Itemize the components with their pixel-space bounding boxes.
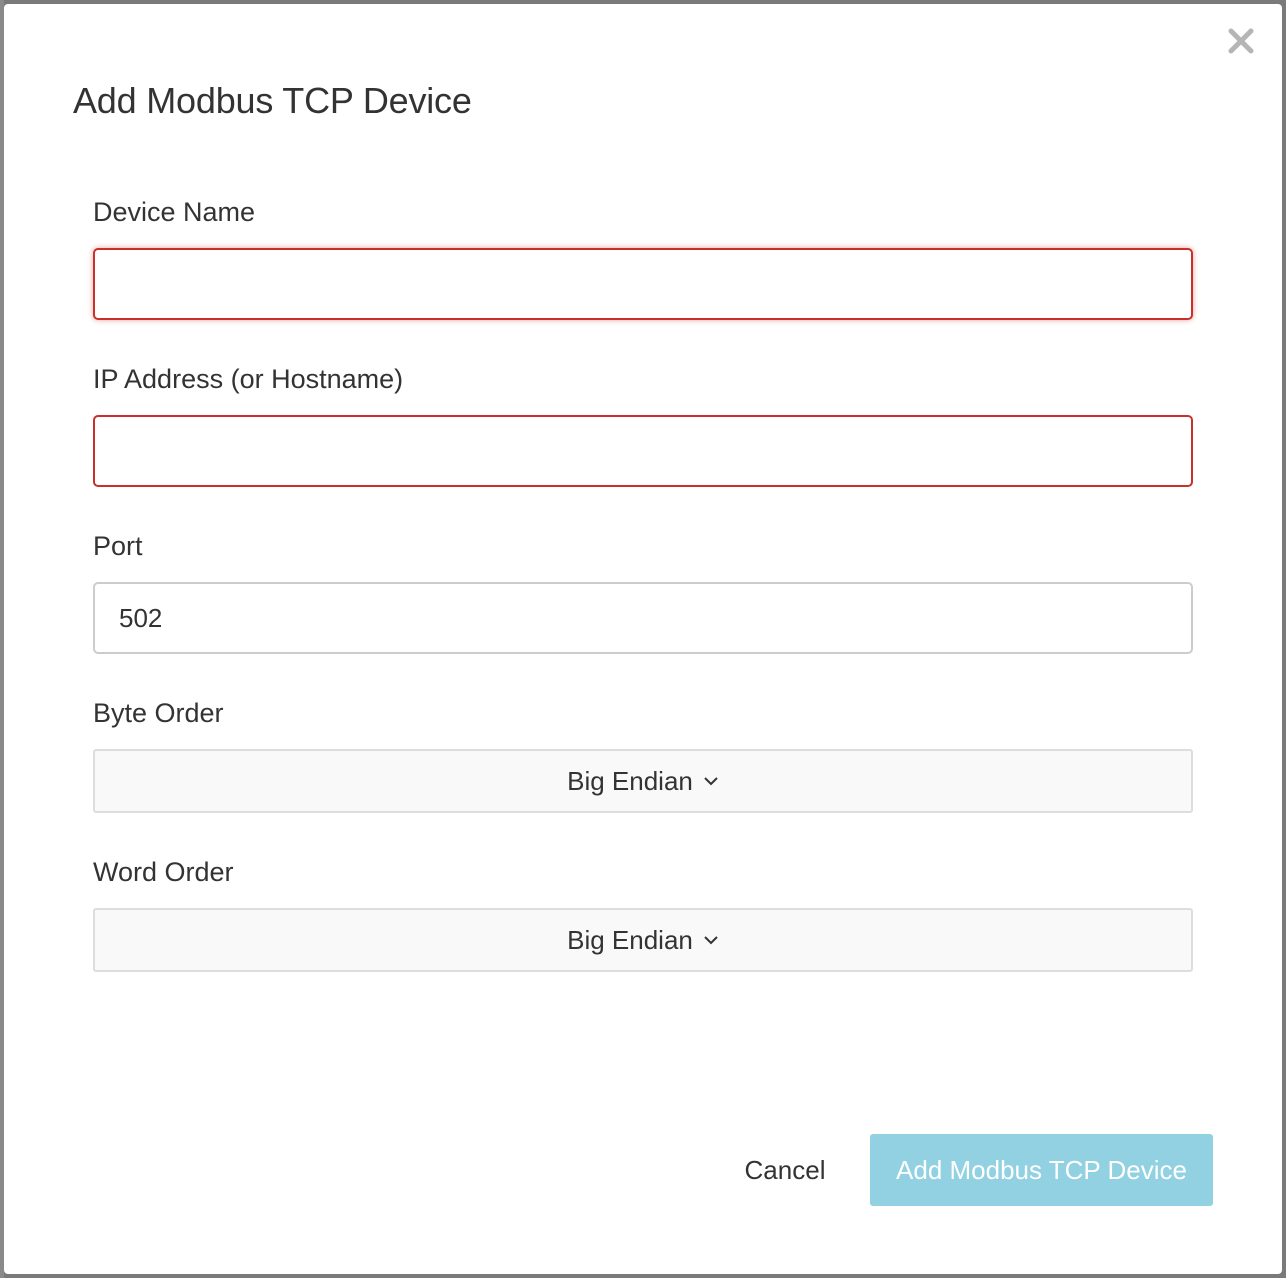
ip-address-input[interactable] xyxy=(93,415,1193,487)
byte-order-select[interactable]: Big Endian xyxy=(93,749,1193,813)
cancel-button[interactable]: Cancel xyxy=(725,1134,845,1206)
add-device-dialog: Add Modbus TCP Device Device Name IP Add… xyxy=(4,4,1282,1274)
word-order-select[interactable]: Big Endian xyxy=(93,908,1193,972)
port-label: Port xyxy=(93,531,143,561)
close-button[interactable] xyxy=(1224,24,1258,58)
port-input[interactable] xyxy=(93,582,1193,654)
device-name-label: Device Name xyxy=(93,197,256,227)
chevron-down-icon xyxy=(703,776,719,786)
word-order-value: Big Endian xyxy=(567,924,693,955)
word-order-label: Word Order xyxy=(93,857,234,887)
ip-address-label: IP Address (or Hostname) xyxy=(93,364,404,394)
byte-order-value: Big Endian xyxy=(567,765,693,796)
close-icon xyxy=(1228,28,1254,54)
device-name-input[interactable] xyxy=(93,248,1193,320)
byte-order-label: Byte Order xyxy=(93,698,224,728)
chevron-down-icon xyxy=(703,935,719,945)
dialog-title: Add Modbus TCP Device xyxy=(73,80,472,121)
add-device-button[interactable]: Add Modbus TCP Device xyxy=(870,1134,1213,1206)
